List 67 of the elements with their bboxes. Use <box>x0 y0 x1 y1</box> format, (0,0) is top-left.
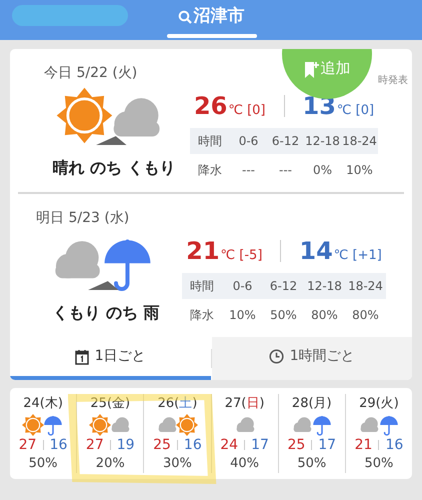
rain-chance: 50% <box>364 454 394 472</box>
day-label: 27(日) <box>224 395 264 413</box>
weather-summary: くもり のち 雨 <box>52 302 160 324</box>
table-cell-text: --- <box>278 162 293 179</box>
day-label: 29(火) <box>359 395 399 413</box>
clock-icon <box>268 349 284 364</box>
low-temperature: 16 <box>50 436 68 454</box>
weather-icon <box>22 414 64 436</box>
rain-chance: 30% <box>162 454 192 472</box>
table-cell-text: 50% <box>269 307 298 324</box>
table-cell: 時間 <box>182 273 222 299</box>
table-cell-text: 降水 <box>189 307 215 324</box>
weather-icon <box>358 414 400 436</box>
low-temperature: 19 <box>116 436 135 454</box>
table-cell: 12-18 <box>304 273 345 299</box>
announcement-time: 時発表 <box>378 74 408 88</box>
table-cell: 6-12 <box>267 128 304 154</box>
low-temperature: 17 <box>251 436 269 454</box>
table-cell-text: 0% <box>312 162 334 179</box>
high-temperature: 21 <box>354 436 372 454</box>
low-temperature: 16 <box>184 436 202 454</box>
table-cell: 12-18 <box>304 128 341 154</box>
weather-icon <box>89 414 132 436</box>
table-cell: 18-24 <box>345 273 386 299</box>
low-temperature: 16 <box>385 436 404 454</box>
rain-chance: 20% <box>96 454 125 472</box>
weather-icon <box>156 414 198 436</box>
day-label: 25(金) <box>90 395 130 413</box>
bookmark-plus-icon <box>304 61 320 79</box>
day-label: 26(土) <box>158 395 198 413</box>
table-cell-text: 80% <box>310 307 339 324</box>
view-tab[interactable]: 1時間ごと <box>212 337 412 380</box>
high-temperature: 24 <box>220 436 238 454</box>
day-label: 24(木) <box>23 395 63 413</box>
table-cell: 時間 <box>190 128 230 154</box>
table-cell-text: 降水 <box>197 162 223 179</box>
weather-summary: 晴れ のち くもり <box>52 157 176 179</box>
rain-chance: 40% <box>230 454 260 472</box>
search-icon <box>178 10 192 24</box>
low-temperature: 17 <box>318 436 336 454</box>
rain-chance: 50% <box>297 454 326 472</box>
low-temperature-diff: ℃ [+1] <box>334 247 382 265</box>
low-temperature-diff: ℃ [0] <box>336 102 374 120</box>
table-cell: 0-6 <box>222 273 263 299</box>
weather-icon <box>290 414 333 436</box>
location-name: 沼津市 <box>194 5 244 28</box>
high-temperature: 27 <box>18 436 37 454</box>
high-temperature: 27 <box>86 436 104 454</box>
date-label: 今日 5/22 (火) <box>44 64 138 83</box>
low-temperature: 14 <box>299 236 333 267</box>
rain-chance: 50% <box>28 454 58 472</box>
high-temperature: 26 <box>194 91 228 122</box>
table-cell-text: 80% <box>351 307 380 324</box>
high-temperature: 25 <box>287 436 306 454</box>
date-label: 明日 5/23 (水) <box>36 209 130 228</box>
day-label: 28(月) <box>292 395 332 413</box>
table-cell: 6-12 <box>263 273 304 299</box>
table-cell-text: 10% <box>345 162 374 179</box>
table-cell: 0-6 <box>230 128 267 154</box>
table-cell-text: --- <box>241 162 256 179</box>
high-temperature: 25 <box>153 436 171 454</box>
high-temperature-diff: ℃ [-5] <box>220 247 262 265</box>
calendar-icon <box>74 348 89 364</box>
table-cell-text: 10% <box>228 307 257 324</box>
high-temperature: 21 <box>186 236 220 267</box>
high-temperature-diff: ℃ [0] <box>228 102 266 120</box>
table-cell: 18-24 <box>341 128 378 154</box>
